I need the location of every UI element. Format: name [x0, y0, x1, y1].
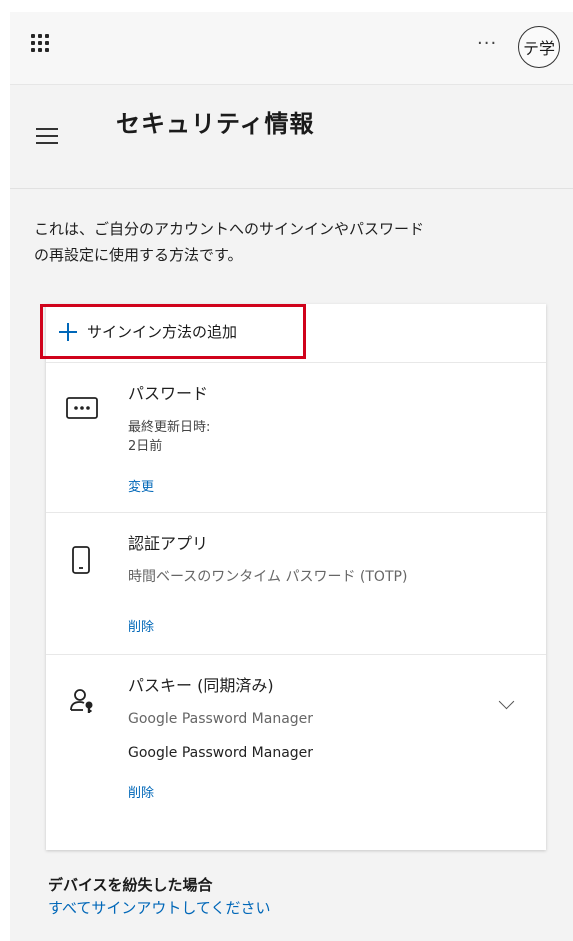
method-password: パスワード 最終更新日時: 2日前 変更 [46, 362, 546, 513]
hamburger-menu-icon[interactable] [36, 128, 58, 146]
method-detail: 2日前 [128, 439, 163, 454]
change-password-link[interactable]: 変更 [128, 476, 154, 495]
methods-card: サインイン方法の追加 パスワード 最終更新日時: 2日前 変更 認証アプリ 時間… [40, 304, 546, 850]
description-line: の再設定に使用する方法です。 [34, 246, 243, 264]
method-title: パスワード [128, 384, 209, 403]
method-title: パスキー (同期済み) [128, 676, 274, 695]
top-bar: ··· テ学 [10, 12, 573, 85]
add-sign-in-method-button[interactable]: サインイン方法の追加 [40, 304, 306, 359]
delete-passkey-link[interactable]: 削除 [128, 782, 154, 801]
add-method-label: サインイン方法の追加 [87, 323, 238, 341]
chevron-down-icon[interactable] [498, 693, 515, 710]
sign-out-everywhere-link[interactable]: すべてサインアウトしてください [48, 897, 270, 918]
divider [10, 188, 573, 189]
page-description: これは、ご自分のアカウントへのサインインやパスワード の再設定に使用する方法です… [34, 216, 554, 268]
method-detail: Google Password Manager [128, 711, 314, 727]
method-title: 認証アプリ [128, 534, 209, 553]
page-title: セキュリティ情報 [116, 110, 315, 138]
more-options-icon[interactable]: ··· [477, 32, 497, 56]
method-authenticator-app: 認証アプリ 時間ベースのワンタイム パスワード (TOTP) 削除 [46, 512, 546, 655]
password-dots-icon [66, 396, 98, 424]
method-detail: 最終更新日時: [128, 420, 211, 435]
phone-icon [72, 546, 90, 578]
method-passkey: パスキー (同期済み) Google Password Manager Goog… [46, 654, 546, 832]
description-line: これは、ご自分のアカウントへのサインインやパスワード [34, 220, 425, 238]
app-launcher-icon[interactable] [31, 34, 53, 56]
avatar[interactable]: テ学 [518, 26, 560, 68]
lost-device-title: デバイスを紛失した場合 [48, 876, 213, 894]
plus-icon [59, 322, 77, 341]
add-method-row: サインイン方法の追加 [40, 304, 546, 363]
passkey-icon [70, 688, 96, 718]
method-detail: 時間ベースのワンタイム パスワード (TOTP) [128, 569, 408, 585]
method-detail: Google Password Manager [128, 745, 314, 761]
page-frame: ··· テ学 セキュリティ情報 これは、ご自分のアカウントへのサインインやパスワ… [10, 12, 573, 941]
delete-authenticator-link[interactable]: 削除 [128, 616, 154, 635]
